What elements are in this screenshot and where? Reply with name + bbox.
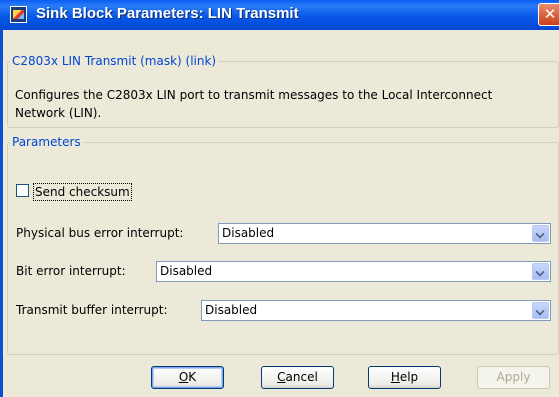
cancel-mnemonic: C bbox=[277, 370, 286, 384]
bit-error-select[interactable]: Disabled bbox=[156, 261, 551, 282]
transmit-buffer-select[interactable]: Disabled bbox=[201, 300, 551, 321]
bit-error-value: Disabled bbox=[160, 264, 213, 278]
physical-bus-error-select[interactable]: Disabled bbox=[218, 223, 551, 244]
window-icon bbox=[10, 6, 27, 23]
ok-mnemonic: O bbox=[178, 370, 189, 384]
transmit-buffer-value: Disabled bbox=[205, 303, 258, 317]
send-checksum-checkbox[interactable] bbox=[16, 184, 29, 197]
title-bar[interactable]: Sink Block Parameters: LIN Transmit ✕ bbox=[0, 0, 559, 30]
physical-bus-error-value: Disabled bbox=[222, 226, 275, 240]
apply-button[interactable]: Apply bbox=[477, 366, 550, 389]
dialog-body: C2803x LIN Transmit (mask) (link) Config… bbox=[0, 30, 559, 397]
window-title: Sink Block Parameters: LIN Transmit bbox=[36, 5, 299, 22]
cancel-label: ancel bbox=[285, 370, 318, 384]
parameters-legend: Parameters bbox=[12, 135, 81, 149]
chevron-down-icon[interactable] bbox=[532, 225, 549, 242]
close-icon[interactable]: ✕ bbox=[538, 3, 559, 26]
physical-bus-error-label: Physical bus error interrupt: bbox=[16, 226, 184, 240]
mask-legend[interactable]: C2803x LIN Transmit (mask) (link) bbox=[10, 54, 218, 68]
send-checksum-label[interactable]: Send checksum bbox=[33, 183, 132, 201]
bit-error-label: Bit error interrupt: bbox=[16, 264, 126, 278]
ok-button[interactable]: OK bbox=[151, 366, 224, 389]
transmit-buffer-label: Transmit buffer interrupt: bbox=[16, 303, 168, 317]
chevron-down-icon[interactable] bbox=[532, 263, 549, 280]
help-button[interactable]: Help bbox=[368, 366, 441, 389]
parameters-group: Parameters Send checksum Physical bus er… bbox=[7, 135, 559, 355]
ok-label: K bbox=[188, 370, 197, 384]
mask-group: C2803x LIN Transmit (mask) (link) Config… bbox=[7, 54, 559, 128]
mask-description: Configures the C2803x LIN port to transm… bbox=[15, 88, 493, 120]
help-mnemonic: H bbox=[390, 370, 400, 384]
chevron-down-icon[interactable] bbox=[532, 302, 549, 319]
help-label: elp bbox=[399, 370, 419, 384]
cancel-button[interactable]: Cancel bbox=[261, 366, 334, 389]
